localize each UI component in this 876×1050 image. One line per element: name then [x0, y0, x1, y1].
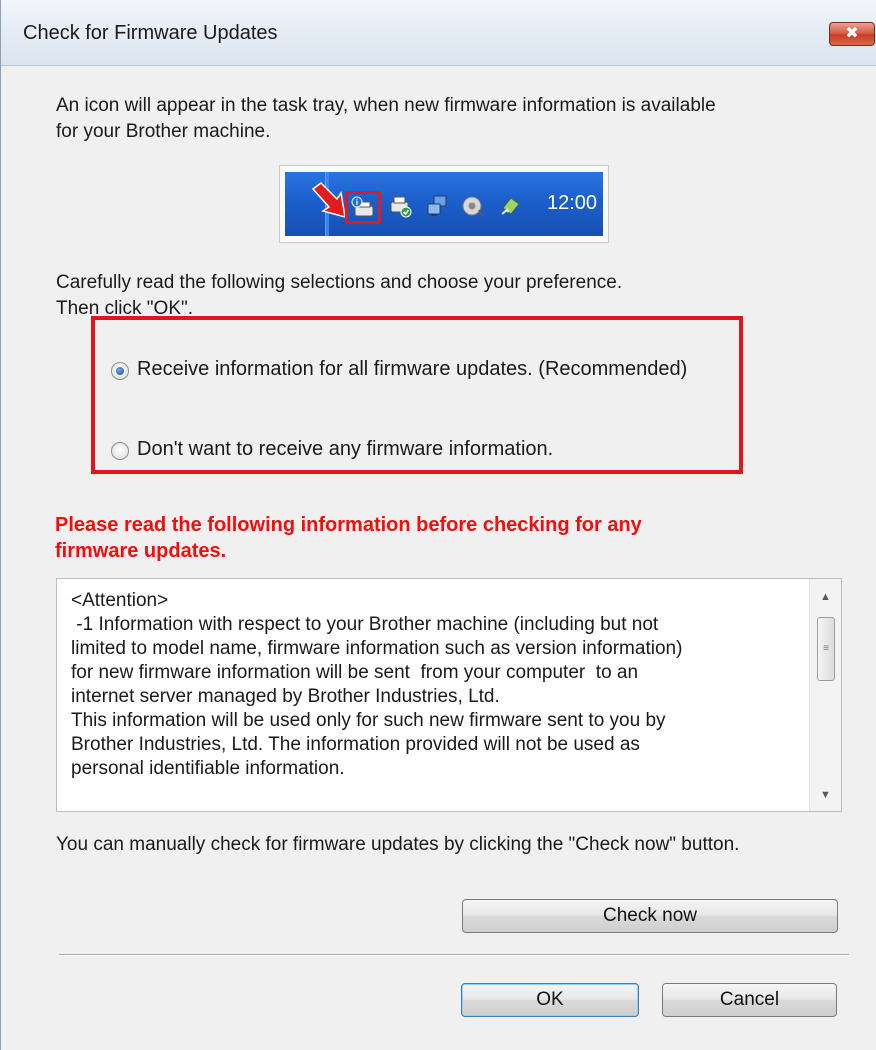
window-title: Check for Firmware Updates: [23, 22, 278, 44]
ok-button[interactable]: OK: [461, 983, 639, 1017]
warning-line-2: firmware updates.: [55, 540, 227, 562]
scroll-thumb[interactable]: ≡: [817, 617, 835, 681]
preference-options-group: Receive information for all firmware upd…: [91, 316, 743, 474]
intro-line-2: for your Brother machine.: [56, 121, 271, 142]
close-icon: ✖: [845, 25, 859, 42]
receive-all-label[interactable]: Receive information for all firmware upd…: [137, 358, 687, 381]
scroll-up-icon[interactable]: ▲: [810, 585, 841, 609]
no-info-radio[interactable]: [111, 442, 129, 460]
safely-remove-icon: [501, 197, 520, 215]
tray-clock: 12:00: [547, 192, 598, 214]
warning-line-1: Please read the following information be…: [55, 514, 642, 536]
cancel-button[interactable]: Cancel: [662, 983, 837, 1017]
intro-text: An icon will appear in the task tray, wh…: [56, 93, 846, 145]
attention-text: <Attention> -1 Information with respect …: [71, 590, 683, 779]
button-separator: [59, 954, 849, 956]
close-button[interactable]: ✖: [829, 22, 875, 46]
task-tray-illustration: i 12:00: [279, 165, 609, 243]
scroll-down-icon[interactable]: ▼: [810, 783, 841, 807]
attention-scrollbar[interactable]: ▲ ≡ ▼: [809, 579, 841, 811]
warning-text: Please read the following information be…: [55, 512, 775, 564]
task-tray: i 12:00: [285, 172, 603, 236]
firmware-update-dialog: Check for Firmware Updates ✖ An icon wil…: [0, 0, 876, 1050]
network-icon: [427, 195, 447, 216]
title-bar[interactable]: Check for Firmware Updates ✖: [1, 0, 876, 66]
instructions-line-1: Carefully read the following selections …: [56, 272, 623, 293]
printer-status-icon: [390, 196, 412, 218]
firmware-notice-icon: i: [351, 196, 374, 217]
speaker-icon: [462, 196, 484, 217]
manual-check-text: You can manually check for firmware upda…: [56, 834, 740, 855]
attention-text-box[interactable]: <Attention> -1 Information with respect …: [56, 578, 842, 812]
intro-line-1: An icon will appear in the task tray, wh…: [56, 95, 716, 116]
svg-text:i: i: [356, 198, 358, 207]
no-info-label[interactable]: Don't want to receive any firmware infor…: [137, 438, 553, 461]
instructions-text: Carefully read the following selections …: [56, 270, 846, 322]
check-now-button[interactable]: Check now: [462, 899, 838, 933]
receive-all-radio[interactable]: [111, 362, 129, 380]
